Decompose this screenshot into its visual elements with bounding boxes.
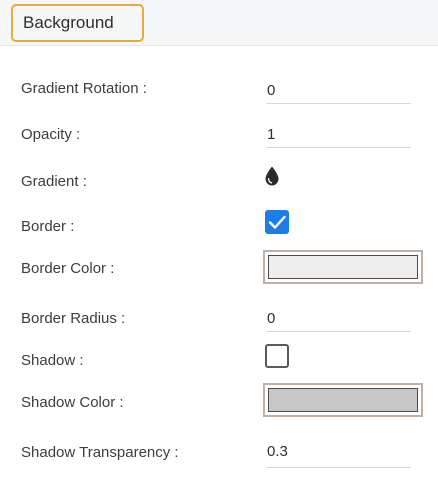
- border-radius-row: Border Radius : 0: [0, 302, 438, 342]
- opacity-value: 1: [267, 126, 276, 143]
- water-drop-icon[interactable]: [264, 166, 280, 186]
- border-label: Border :: [21, 218, 75, 235]
- border-checkbox[interactable]: [265, 210, 289, 234]
- shadow-transparency-input[interactable]: 0.3: [266, 438, 411, 468]
- border-radius-value: 0: [267, 310, 276, 327]
- border-color-row: Border Color :: [0, 250, 438, 290]
- shadow-transparency-value: 0.3: [267, 443, 288, 460]
- border-color-label: Border Color :: [21, 260, 115, 277]
- border-radius-label: Border Radius :: [21, 310, 126, 327]
- checkmark-icon: [268, 215, 286, 229]
- opacity-input[interactable]: 1: [266, 118, 411, 148]
- shadow-color-label: Shadow Color :: [21, 394, 124, 411]
- shadow-checkbox[interactable]: [265, 344, 289, 368]
- gradient-label: Gradient :: [21, 173, 87, 190]
- border-row: Border :: [0, 210, 438, 250]
- opacity-row: Opacity : 1: [0, 118, 438, 158]
- gradient-rotation-label: Gradient Rotation :: [21, 80, 147, 97]
- gradient-rotation-row: Gradient Rotation : 0: [0, 72, 438, 112]
- background-section-tab[interactable]: Background: [11, 4, 144, 42]
- border-color-swatch: [268, 255, 418, 279]
- shadow-transparency-row: Shadow Transparency : 0.3: [0, 438, 438, 478]
- shadow-color-picker[interactable]: [263, 383, 423, 417]
- shadow-label: Shadow :: [21, 352, 84, 369]
- gradient-row: Gradient :: [0, 165, 438, 205]
- shadow-transparency-label: Shadow Transparency :: [21, 444, 179, 461]
- properties-header: Background: [0, 0, 438, 46]
- shadow-color-swatch: [268, 388, 418, 412]
- shadow-color-row: Shadow Color :: [0, 383, 438, 423]
- shadow-row: Shadow :: [0, 344, 438, 384]
- opacity-label: Opacity :: [21, 126, 81, 143]
- gradient-rotation-value: 0: [267, 82, 276, 99]
- border-radius-input[interactable]: 0: [266, 302, 411, 332]
- border-color-picker[interactable]: [263, 250, 423, 284]
- gradient-rotation-input[interactable]: 0: [266, 74, 411, 104]
